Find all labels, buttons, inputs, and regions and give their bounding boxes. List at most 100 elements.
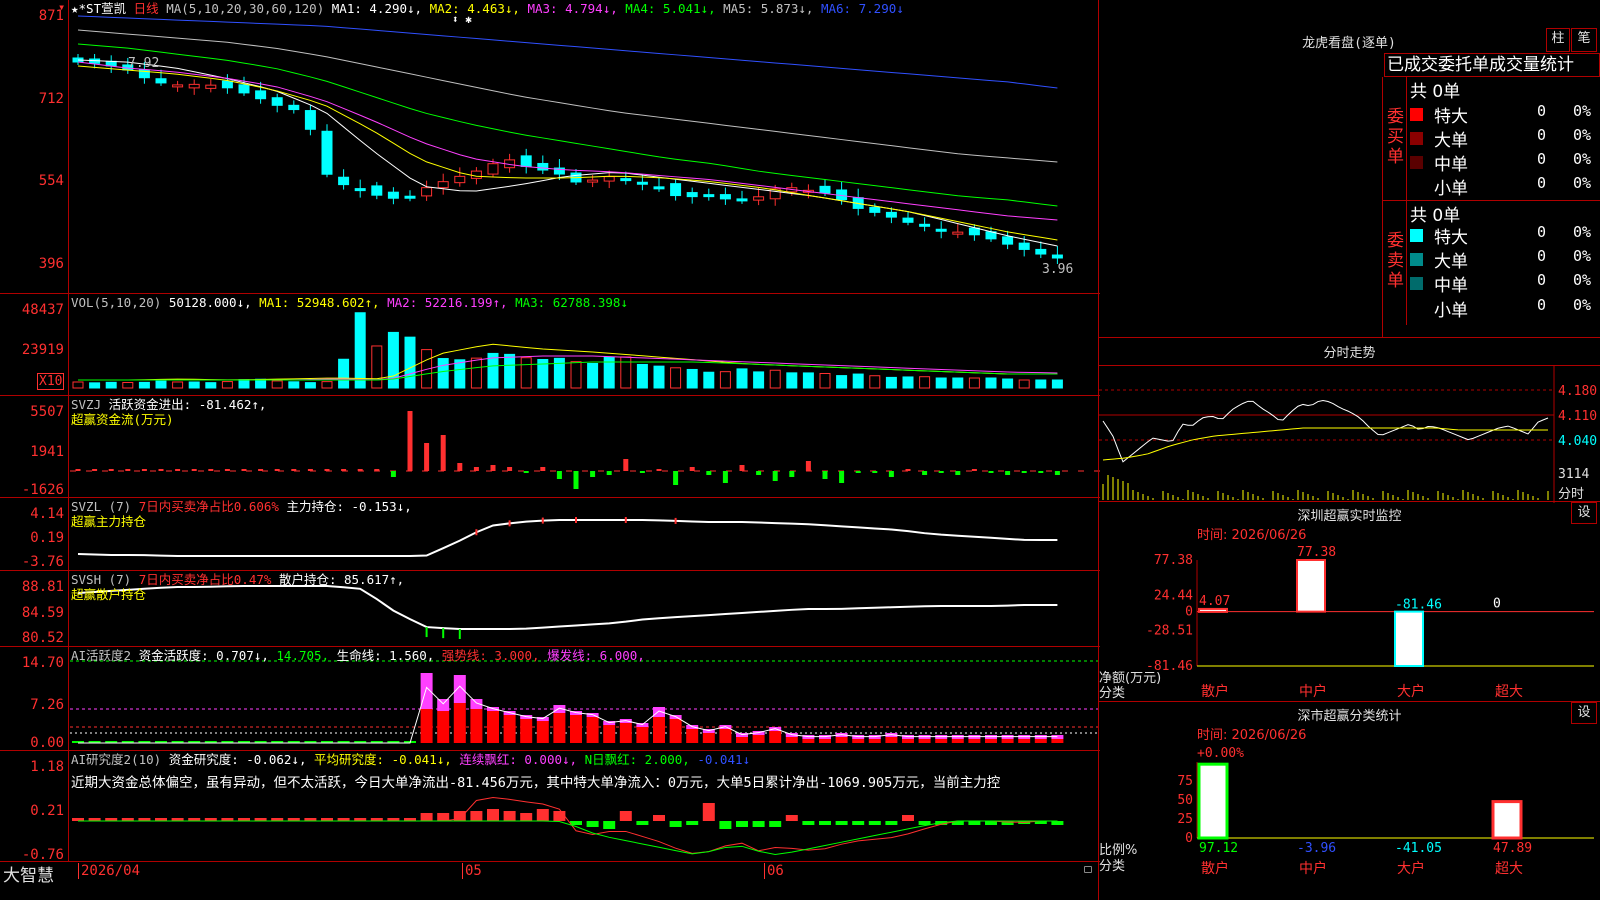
sell-xl-pct: 0% [1573,223,1592,241]
svzj-bar [1021,471,1027,473]
vol-pane[interactable]: 48437 23919 X10 VOL(5,10,20) 50128.000↓,… [0,294,1100,396]
buy-side-label: 委买单 [1383,77,1407,201]
sz-monitor-panel[interactable]: 深圳超赢实时监控 设 时间: 2026/06/26 77.38 24.44 0 -28… [1099,502,1600,702]
vol-bar [869,375,881,389]
sell-s-label: 小单 [1434,301,1468,321]
lock-icon[interactable] [1084,866,1092,873]
sell-row-xl[interactable]: 特大 0 0% [1407,223,1600,248]
sell-l-label: 大单 [1434,252,1468,272]
svzl-label: 主力持仓: [286,499,344,514]
active-bar [985,739,997,743]
svzj-bar [75,469,81,471]
column-mode-button[interactable]: 柱 [1546,28,1570,52]
stock-name[interactable]: ★*ST萱凯 [71,1,126,16]
svzl-tick [624,517,627,523]
active-bar [470,709,483,743]
candle-body [885,211,897,218]
candle-body [271,97,283,106]
minute-chart[interactable] [1099,366,1600,503]
buy-m-swatch [1410,156,1423,169]
szs-bar-label: 47.89 [1493,841,1532,856]
sell-row-l[interactable]: 大单 0 0% [1407,247,1600,272]
vol-bar [570,361,582,389]
svzj-bar [291,469,297,471]
research-bar [752,821,765,827]
svzl-pane[interactable]: 4.14 0.19 -3.76 SVZL (7) 7日内买卖净占比0.606% … [0,498,1100,571]
kline-chart[interactable] [70,0,1100,293]
svzj-header: SVZJ 活跃资金进出: -81.462↑, [71,397,266,412]
ai-active-pane[interactable]: 14.70 7.26 0.00 AI活跃度2 资金活跃度: 0.707↓, 14… [0,647,1100,751]
svzj-bar [191,469,197,471]
active-bar [885,737,898,743]
vol-bar [670,367,682,389]
ai-research-pane[interactable]: 1.18 0.21 -0.76 AI研究度2(10) 资金研究度: -0.062… [0,751,1100,862]
svzj-bar [341,469,347,471]
minute-chart-area[interactable]: 4.180 4.110 4.040 3114 分时 [1099,365,1600,503]
candle-body [686,192,698,198]
szm-ytick: 0 [1185,605,1193,620]
svsh-header: SVSH (7) 7日内买卖净占比0.47% 散户持仓: 85.617↑, [71,572,404,587]
szs-bar [1491,800,1523,840]
low-price-label: 3.96 [1042,262,1074,277]
vol-bar [354,312,366,389]
candle-body [421,187,433,197]
sz-stats-panel[interactable]: 深市超赢分类统计 设 时间: 2026/06/26 +0.00% 75 50 25 0… [1099,702,1600,900]
research-red-line [78,796,1058,854]
szs-category: 散户 [1201,860,1229,877]
svzj-bar [855,471,861,473]
research-bar [968,821,981,825]
sell-total: 共 0单 [1410,206,1461,226]
buy-row-m[interactable]: 中单 0 0% [1407,150,1600,175]
vol-bar [138,381,150,389]
vol-bar [1035,379,1047,389]
sz-monitor-chart[interactable]: 77.3824.440-28.51-81.464.07散户77.38中户-81.… [1099,502,1600,702]
candle-body [603,176,615,182]
ai-research-chart[interactable] [70,751,1100,861]
vol-bar [321,381,333,389]
active-bar [868,739,881,743]
minute-unit: 分时 [1558,487,1585,502]
sell-s-count: 0 [1537,296,1547,314]
sz-stats-chart[interactable]: 75 50 25 0 97.12 散户 -3.96 中户 -41.05 大户 47.89 超大 [1099,702,1600,900]
research-bar [802,821,815,825]
sell-row-m[interactable]: 中单 0 0% [1407,271,1600,296]
vol-value: 50128.000↓, [168,295,252,310]
candle-body [719,194,731,200]
szm-bar [1198,607,1228,613]
svsh-pane[interactable]: 88.81 84.59 80.52 SVSH (7) 7日内买卖净占比0.47%… [0,571,1100,647]
svzj-bar [440,435,446,471]
szm-category: 超大 [1495,684,1523,700]
high-price-label: 7.92 [128,56,160,71]
svzj-pane[interactable]: 5507 1941 -1626 SVZJ 活跃资金进出: -81.462↑, 超… [0,396,1100,498]
buy-total: 共 0单 [1410,82,1461,102]
candle-body [520,155,532,167]
svsh-tick [442,628,445,639]
buy-row-xl[interactable]: 特大 0 0% [1407,102,1600,127]
ma6-value: MA6: 7.290↓ [820,1,904,16]
y-tick: 396 [38,256,64,272]
svzl-tick [674,517,677,524]
research-bar [586,821,599,827]
kline-plot[interactable] [70,0,1100,293]
minute-panel[interactable]: 分时走势 4.180 4.110 4.040 3114 分时 [1099,338,1600,503]
tick-mode-button[interactable]: 笔 [1571,28,1597,52]
buy-row-s[interactable]: 小单 0 0% [1407,174,1600,199]
kline-pane[interactable]: 871 712 554 396 ▾ ★*ST萱凯 日线 MA(5,10,20,3… [0,0,1100,294]
sell-row-s[interactable]: 小单 0 0% [1407,296,1600,321]
x-axis: 大智慧 2026/04 05 06 [0,862,1100,900]
sell-xl-label: 特大 [1434,228,1468,248]
active-bar [852,739,865,743]
candle-body [1018,242,1030,250]
active-bar [619,723,632,743]
buy-row-l[interactable]: 大单 0 0% [1407,126,1600,151]
brand-logo[interactable]: 大智慧 [3,861,54,886]
research-bar [487,809,499,821]
y-tick: 0.21 [30,803,64,819]
period-label[interactable]: 日线 [134,1,159,16]
svzl-tick [508,520,511,527]
szs-category: 超大 [1495,861,1523,877]
svzj-bar [689,467,695,471]
sell-side-text: 委卖单 [1387,231,1404,291]
ai-active-label: 资金活跃度: [138,648,209,663]
ai-research-plot[interactable] [70,751,1100,861]
